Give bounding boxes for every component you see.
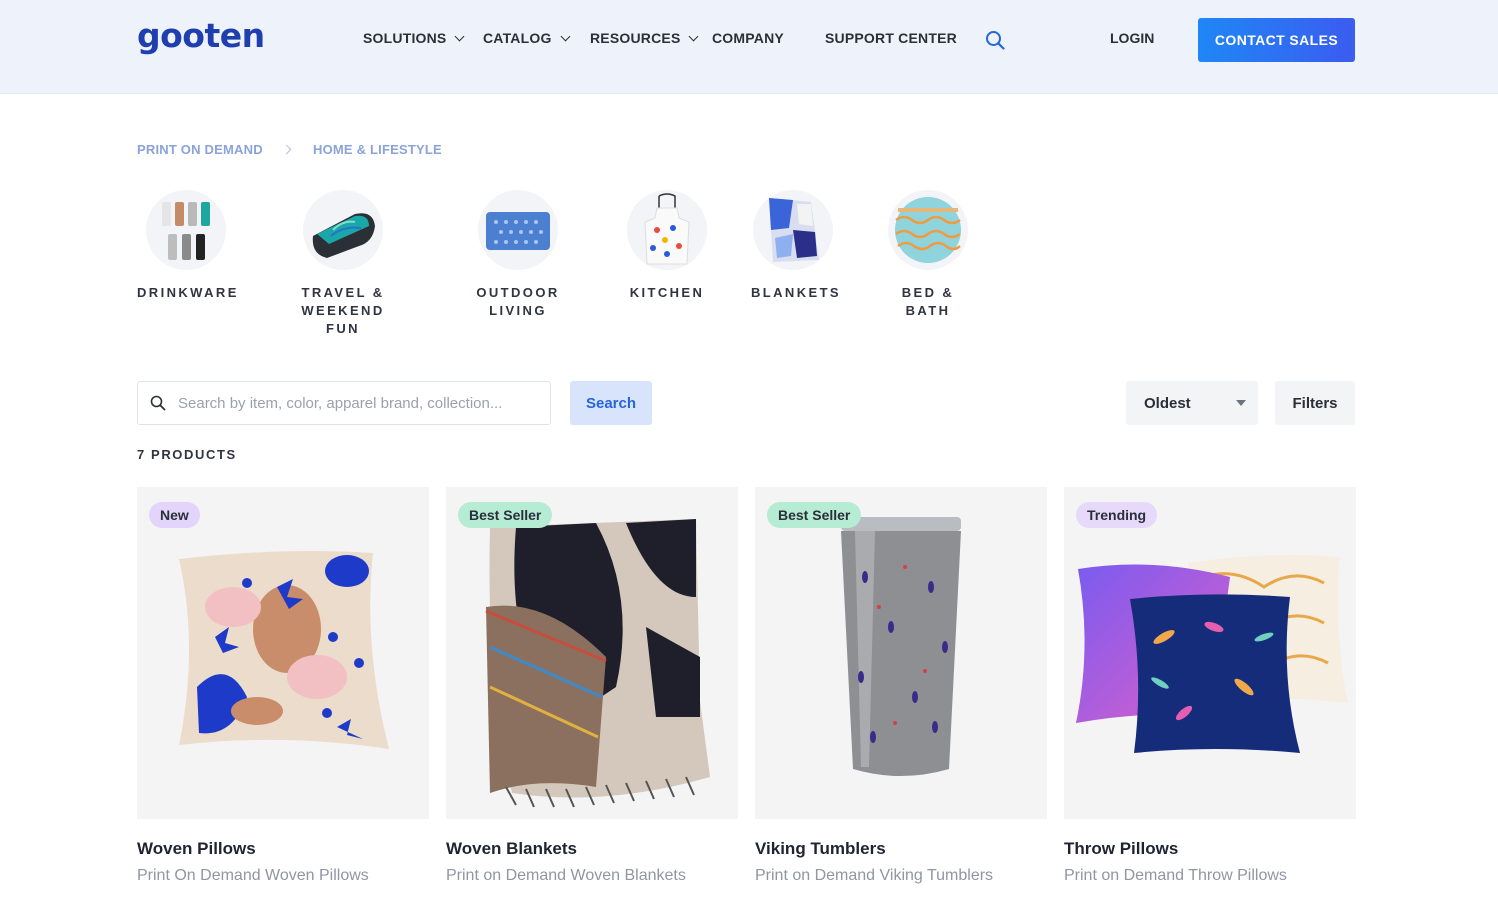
category-kitchen[interactable]: KITCHEN xyxy=(627,190,707,302)
category-label-line2: LIVING xyxy=(489,303,547,318)
product-subtitle: Print on Demand Woven Blankets xyxy=(446,867,686,884)
product-card-woven-blankets[interactable]: Best Seller Woven Blankets Print on Dema… xyxy=(446,487,738,885)
caret-down-icon xyxy=(1236,400,1246,406)
nav-resources-label: RESOURCES xyxy=(590,30,681,46)
outdoor-pillow-image xyxy=(478,190,558,270)
search-icon[interactable] xyxy=(985,30,1005,50)
category-bed-bath[interactable]: BED & BATH xyxy=(878,190,978,320)
nav-support-label: SUPPORT CENTER xyxy=(825,30,957,46)
breadcrumb-print-on-demand[interactable]: PRINT ON DEMAND xyxy=(137,142,263,157)
filters-button[interactable]: Filters xyxy=(1275,381,1355,425)
nav-company[interactable]: COMPANY xyxy=(712,30,784,46)
product-title[interactable]: Throw Pillows xyxy=(1064,839,1356,859)
category-label-line2: WEEKEND FUN xyxy=(301,303,385,336)
product-title[interactable]: Woven Blankets xyxy=(446,839,738,859)
category-outdoor-living[interactable]: OUTDOOR LIVING xyxy=(472,190,564,320)
login-link[interactable]: LOGIN xyxy=(1110,30,1154,46)
blanket-image xyxy=(753,190,833,270)
product-image[interactable]: Best Seller xyxy=(755,487,1047,819)
category-label: DRINKWARE xyxy=(137,285,239,300)
product-subtitle: Print on Demand Throw Pillows xyxy=(1064,867,1287,884)
product-image[interactable]: Trending xyxy=(1064,487,1356,819)
product-count: 7 PRODUCTS xyxy=(137,447,237,462)
category-label: BLANKETS xyxy=(751,285,841,300)
nav-company-label: COMPANY xyxy=(712,30,784,46)
product-subtitle: Print On Demand Woven Pillows xyxy=(137,867,369,884)
drinkware-image xyxy=(145,190,226,270)
search-input[interactable] xyxy=(178,382,546,424)
category-blankets[interactable]: BLANKETS xyxy=(751,190,841,302)
category-drinkware[interactable]: DRINKWARE xyxy=(137,190,239,302)
chevron-down-icon xyxy=(689,31,699,41)
chevron-down-icon xyxy=(455,31,465,41)
product-image[interactable]: Best Seller xyxy=(446,487,738,819)
sort-select[interactable]: Oldest xyxy=(1126,381,1258,425)
status-badge: Best Seller xyxy=(767,502,862,528)
product-card-viking-tumblers[interactable]: Best Seller Viking Tumblers Print on Dem… xyxy=(755,487,1047,885)
nav-solutions-label: SOLUTIONS xyxy=(363,30,447,46)
nav-catalog[interactable]: CATALOG xyxy=(483,30,570,46)
category-label: TRAVEL & xyxy=(301,285,385,300)
contact-sales-button[interactable]: CONTACT SALES xyxy=(1198,18,1355,62)
status-badge: Best Seller xyxy=(458,502,553,528)
category-travel-weekend-fun[interactable]: TRAVEL & WEEKEND FUN xyxy=(283,190,403,338)
product-card-woven-pillows[interactable]: New Woven Pillows Print On Demand Woven … xyxy=(137,487,429,885)
chevron-right-icon xyxy=(281,144,292,155)
product-card-throw-pillows[interactable]: Trending Throw Pillows Print on Demand T… xyxy=(1064,487,1356,885)
category-label: OUTDOOR xyxy=(476,285,560,300)
nav-catalog-label: CATALOG xyxy=(483,30,552,46)
nav-resources[interactable]: RESOURCES xyxy=(590,30,699,46)
breadcrumb-home-lifestyle[interactable]: HOME & LIFESTYLE xyxy=(313,142,442,157)
product-image[interactable]: New xyxy=(137,487,429,819)
status-badge: New xyxy=(149,502,200,528)
chevron-down-icon xyxy=(560,31,570,41)
yoga-mat-image xyxy=(303,190,383,270)
search-icon xyxy=(150,395,166,411)
site-header: gooten SOLUTIONS CATALOG RESOURCES COMPA… xyxy=(0,0,1498,94)
apron-image xyxy=(627,190,707,270)
category-label: KITCHEN xyxy=(629,285,705,300)
product-subtitle: Print on Demand Viking Tumblers xyxy=(755,867,994,884)
bath-towel-image xyxy=(888,190,968,270)
product-title[interactable]: Viking Tumblers xyxy=(755,839,1047,859)
search-field[interactable] xyxy=(137,381,551,425)
nav-solutions[interactable]: SOLUTIONS xyxy=(363,30,465,46)
search-button[interactable]: Search xyxy=(570,381,652,425)
category-label: BED & BATH xyxy=(901,285,955,318)
sort-selected-value: Oldest xyxy=(1144,394,1191,412)
nav-support-center[interactable]: SUPPORT CENTER xyxy=(825,30,957,46)
product-title[interactable]: Woven Pillows xyxy=(137,839,429,859)
gooten-logo[interactable]: gooten xyxy=(137,16,265,55)
status-badge: Trending xyxy=(1076,502,1158,528)
